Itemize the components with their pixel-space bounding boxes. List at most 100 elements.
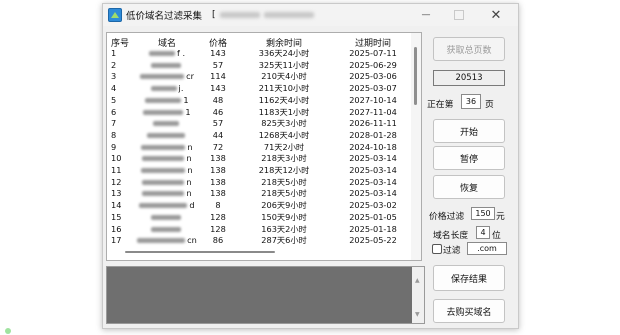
table-row[interactable]: 14 d 8 206天9小时 2025-03-02 — [107, 200, 411, 211]
redacted-domain — [151, 62, 181, 68]
row-price: 46 — [212, 106, 224, 117]
row-index: 12 — [111, 176, 122, 187]
table-row[interactable]: 8 44 1268天4小时 2028-01-28 — [107, 130, 411, 141]
domain-list[interactable]: 序号 域名 价格 剩余时间 过期时间 1f . 143 336天24小时 2025-0… — [106, 32, 422, 261]
row-remaining: 210天4小时 — [261, 71, 307, 82]
table-row[interactable]: 10 n 138 218天3小时 2025-03-14 — [107, 153, 411, 164]
redacted-domain — [143, 109, 184, 115]
table-row[interactable]: 2 57 325天11小时 2025-06-29 — [107, 60, 411, 71]
minimize-button[interactable]: — — [411, 4, 441, 26]
row-index: 1 — [111, 48, 117, 58]
filter-suffix-field[interactable]: .com — [467, 242, 507, 255]
close-button[interactable]: ✕ — [481, 4, 511, 26]
row-domain: cn — [135, 235, 199, 246]
row-expire: 2025-03-14 — [349, 188, 397, 199]
row-expire: 2025-06-29 — [349, 59, 397, 70]
row-remaining: 1268天4小时 — [258, 129, 310, 140]
table-row[interactable]: 5 1 48 1162天4小时 2027-10-14 — [107, 95, 411, 106]
redacted-domain — [150, 86, 177, 92]
row-remaining: 1183天1小时 — [258, 106, 310, 117]
table-row[interactable]: 13 n 138 218天5小时 2025-03-14 — [107, 188, 411, 199]
row-domain: n — [135, 153, 199, 164]
row-expire: 2025-01-18 — [349, 223, 397, 234]
table-row[interactable]: 9 n 72 71天2小时 2024-10-18 — [107, 142, 411, 153]
log-scrollbar[interactable]: ▲ ▼ — [412, 267, 424, 323]
table-row[interactable]: 4 j. 143 211天10小时 2025-03-07 — [107, 83, 411, 94]
row-domain: 1 — [135, 107, 199, 118]
current-page-field[interactable]: 36 — [461, 94, 481, 109]
table-row[interactable]: 12 n 138 218天5小时 2025-03-14 — [107, 177, 411, 188]
row-expire: 2025-03-07 — [349, 83, 397, 94]
buy-domain-button[interactable]: 去购买域名 — [433, 299, 505, 323]
corner-marker — [5, 328, 11, 334]
table-row[interactable]: 15 128 150天9小时 2025-01-05 — [107, 212, 411, 223]
redacted-domain — [141, 168, 186, 173]
table-row[interactable]: 3 cr 114 210天4小时 2025-03-06 — [107, 71, 411, 82]
table-row[interactable]: 6 1 46 1183天1小时 2027-11-04 — [107, 107, 411, 118]
scrollbar-thumb[interactable] — [414, 47, 417, 105]
resume-button[interactable]: 恢复 — [433, 175, 505, 199]
table-row[interactable]: 11 n 138 218天12小时 2025-03-14 — [107, 165, 411, 176]
row-expire: 2025-05-22 — [349, 235, 397, 246]
row-expire: 2025-07-11 — [349, 48, 397, 58]
row-remaining: 825天3小时 — [261, 118, 307, 129]
log-area[interactable]: ▲ ▼ — [106, 266, 425, 324]
pause-button[interactable]: 暂停 — [433, 146, 505, 170]
row-expire: 2024-10-18 — [349, 141, 397, 152]
redacted-domain — [137, 238, 186, 244]
row-price: 138 — [210, 176, 226, 187]
row-domain: d — [135, 200, 199, 211]
row-price: 8 — [215, 200, 221, 211]
row-expire: 2025-03-14 — [349, 176, 397, 187]
table-row[interactable]: 17 cn 86 287天6小时 2025-05-22 — [107, 235, 411, 246]
row-index: 9 — [111, 141, 117, 152]
table-row[interactable]: 7 57 825天3小时 2026-11-11 — [107, 118, 411, 129]
scroll-up-icon[interactable]: ▲ — [415, 277, 420, 284]
start-button[interactable]: 开始 — [433, 119, 505, 143]
app-icon — [108, 8, 122, 22]
row-domain: j. — [135, 83, 199, 94]
row-remaining: 71天2小时 — [263, 141, 305, 152]
row-index: 10 — [111, 153, 122, 164]
save-results-button[interactable]: 保存结果 — [433, 265, 505, 291]
domain-length-field[interactable]: 4 — [476, 226, 490, 239]
scroll-down-icon[interactable]: ▼ — [415, 311, 420, 318]
row-remaining: 287天6小时 — [261, 235, 307, 246]
row-index: 5 — [111, 94, 117, 105]
get-total-pages-button[interactable]: 获取总页数 — [433, 37, 505, 61]
price-filter-label: 价格过滤 — [429, 212, 465, 222]
row-remaining: 206天9小时 — [261, 200, 307, 211]
row-expire: 2025-03-14 — [349, 165, 397, 175]
price-filter-field[interactable]: 150 — [471, 207, 495, 220]
row-domain-text: j. — [178, 83, 184, 94]
row-index: 13 — [111, 188, 122, 199]
row-remaining: 218天3小时 — [261, 153, 307, 164]
filter-checkbox[interactable] — [432, 244, 442, 254]
row-index: 8 — [111, 129, 117, 140]
row-expire: 2025-03-06 — [349, 71, 397, 82]
row-expire: 2026-11-11 — [349, 118, 397, 129]
row-index: 16 — [111, 223, 122, 234]
title-extra-info: [ — [212, 10, 342, 21]
row-index: 11 — [111, 165, 122, 175]
row-price: 143 — [210, 48, 226, 58]
row-price: 138 — [210, 153, 226, 164]
row-price: 138 — [210, 188, 226, 199]
row-price: 114 — [210, 71, 226, 82]
row-expire: 2025-03-02 — [349, 200, 397, 211]
table-row[interactable]: 16 128 163天2小时 2025-01-18 — [107, 224, 411, 235]
row-expire: 2027-10-14 — [349, 94, 397, 105]
row-domain — [135, 224, 199, 235]
horizontal-scrollbar[interactable] — [125, 251, 275, 253]
row-domain-text: n — [186, 153, 192, 164]
vertical-scrollbar[interactable] — [411, 33, 421, 260]
table-row[interactable]: 1 f . 143 336天24小时 2025-07-11 — [107, 48, 411, 59]
row-expire: 2025-03-14 — [349, 153, 397, 164]
domain-length-unit: 位 — [492, 231, 501, 241]
redacted-domain — [153, 121, 179, 127]
row-domain-text: n — [186, 176, 192, 187]
row-domain — [135, 60, 199, 71]
row-price: 57 — [212, 118, 224, 129]
maximize-button — [444, 4, 474, 26]
row-domain: f . — [135, 48, 199, 59]
